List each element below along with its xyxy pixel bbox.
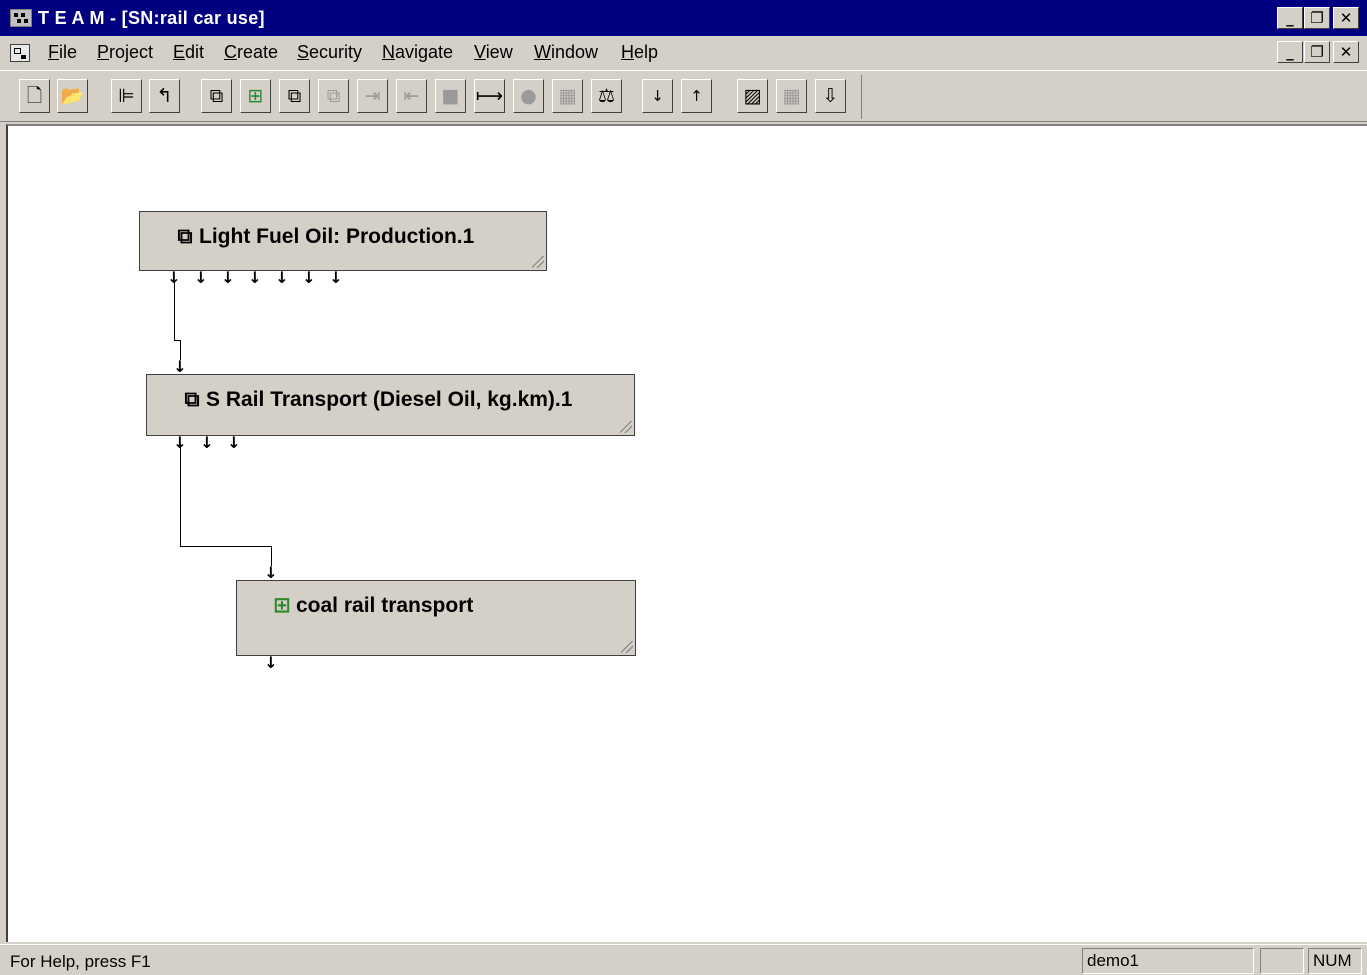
go-up-icon[interactable]: ↰ <box>149 79 180 113</box>
menu-window[interactable]: Window <box>534 42 598 63</box>
output-port-arrow[interactable]: ↓ <box>264 655 278 671</box>
menu-bar: _ ❐ ✕ <box>0 36 1367 70</box>
menu-file[interactable]: File <box>48 42 77 63</box>
menu-create[interactable]: Create <box>224 42 278 63</box>
window-title: T E A M - [SN:rail car use] <box>38 8 265 28</box>
gray-block-icon[interactable]: ■ <box>435 79 466 113</box>
resize-grip[interactable] <box>620 421 632 433</box>
node-label: ⧉ Light Fuel Oil: Production.1 <box>173 224 475 249</box>
balance-icon[interactable]: ⚖ <box>591 79 622 113</box>
output-port-arrow[interactable]: ↓ <box>329 270 343 286</box>
lock-down-icon[interactable]: ↓🔒 <box>642 79 673 113</box>
status-empty-pane <box>1260 948 1304 974</box>
wire-segment <box>174 280 175 340</box>
process-node-coal-rail-transport[interactable]: ⊞ coal rail transport <box>236 580 636 656</box>
close-button[interactable]: ✕ <box>1333 7 1359 29</box>
stacked-modules-gray-icon[interactable]: ⧉ <box>318 79 349 113</box>
green-module-icon[interactable]: ⊞ <box>240 79 271 113</box>
menu-help[interactable]: Help <box>621 42 658 63</box>
open-folder-icon[interactable]: 📂 <box>57 79 88 113</box>
bar-to-arrow-icon[interactable]: ⇤ <box>396 79 427 113</box>
menu-edit[interactable]: Edit <box>173 42 204 63</box>
output-port-arrow[interactable]: ↓ <box>302 270 316 286</box>
menu-view[interactable]: View <box>474 42 513 63</box>
team-app-icon[interactable] <box>10 9 32 27</box>
node-label: ⧉ S Rail Transport (Diesel Oil, kg.km).1 <box>180 387 573 412</box>
arrow-down-icon[interactable]: ⇩ <box>815 79 846 113</box>
input-port-arrow[interactable]: ↓ <box>264 565 278 581</box>
gray-grid-icon[interactable]: ▦ <box>552 79 583 113</box>
status-num: NUM <box>1308 948 1362 974</box>
output-port-arrow[interactable]: ↓ <box>167 270 181 286</box>
connect-span-icon[interactable]: ⟼ <box>474 79 505 113</box>
tree-view-icon[interactable]: ⊫ <box>111 79 142 113</box>
table-grid-icon[interactable]: ▦ <box>776 79 807 113</box>
output-port-arrow[interactable]: ↓ <box>200 435 214 451</box>
status-user: demo1 <box>1082 948 1254 974</box>
menu-navigate[interactable]: Navigate <box>382 42 453 63</box>
restore-button[interactable]: ❐ <box>1304 7 1330 29</box>
output-port-arrow[interactable]: ↓ <box>173 435 187 451</box>
stacked-modules-icon: ⧉ <box>184 387 200 411</box>
output-port-arrow[interactable]: ↓ <box>275 270 289 286</box>
minimize-button[interactable]: _ <box>1277 7 1303 29</box>
child-close-button[interactable]: ✕ <box>1333 41 1359 63</box>
output-port-arrow[interactable]: ↓ <box>221 270 235 286</box>
node-label: ⊞ coal rail transport <box>270 593 473 618</box>
stacked-modules-icon[interactable]: ⧉ <box>279 79 310 113</box>
output-port-arrow[interactable]: ↓ <box>227 435 241 451</box>
process-node-light-fuel-oil[interactable]: ⧉ Light Fuel Oil: Production.1 <box>139 211 547 271</box>
diagram-canvas[interactable]: ⧉ Light Fuel Oil: Production.1 ↓ ↓ ↓ ↓ ↓ … <box>6 124 1367 942</box>
wire-segment <box>180 444 181 546</box>
chart-icon[interactable]: ▨ <box>737 79 768 113</box>
menu-project[interactable]: Project <box>97 42 153 63</box>
process-node-rail-transport[interactable]: ⧉ S Rail Transport (Diesel Oil, kg.km).1 <box>146 374 635 436</box>
output-port-arrow[interactable]: ↓ <box>248 270 262 286</box>
resize-grip[interactable] <box>621 641 633 653</box>
input-port-arrow[interactable]: ↓ <box>173 359 187 375</box>
resize-grip[interactable] <box>532 256 544 268</box>
new-document-icon[interactable]: 🗋 <box>19 79 50 113</box>
document-system-icon[interactable] <box>10 44 30 62</box>
menu-security[interactable]: Security <box>297 42 362 63</box>
lock-up-icon[interactable]: ↑🔒 <box>681 79 712 113</box>
arrow-to-bar-icon[interactable]: ⇥ <box>357 79 388 113</box>
toolbar: 🗋 📂 ⊫ ↰ ⧉ ⊞ ⧉ ⧉ ⇥ ⇤ ■ ⟼ ● ▦ ⚖ ↓🔒 ↑🔒 ▨ ▦ … <box>0 70 1367 122</box>
gray-circle-icon[interactable]: ● <box>513 79 544 113</box>
child-minimize-button[interactable]: _ <box>1277 41 1303 63</box>
output-port-arrow[interactable]: ↓ <box>194 270 208 286</box>
stacked-modules-icon: ⧉ <box>177 224 193 248</box>
status-bar: For Help, press F1 demo1 NUM <box>0 944 1367 975</box>
title-bar: T E A M - [SN:rail car use] _ ❐ ✕ <box>0 0 1367 36</box>
module-in-icon[interactable]: ⧉ <box>201 79 232 113</box>
child-restore-button[interactable]: ❐ <box>1304 41 1330 63</box>
green-module-icon: ⊞ <box>273 593 291 617</box>
wire-segment <box>180 546 271 547</box>
status-help-text: For Help, press F1 <box>10 952 151 971</box>
